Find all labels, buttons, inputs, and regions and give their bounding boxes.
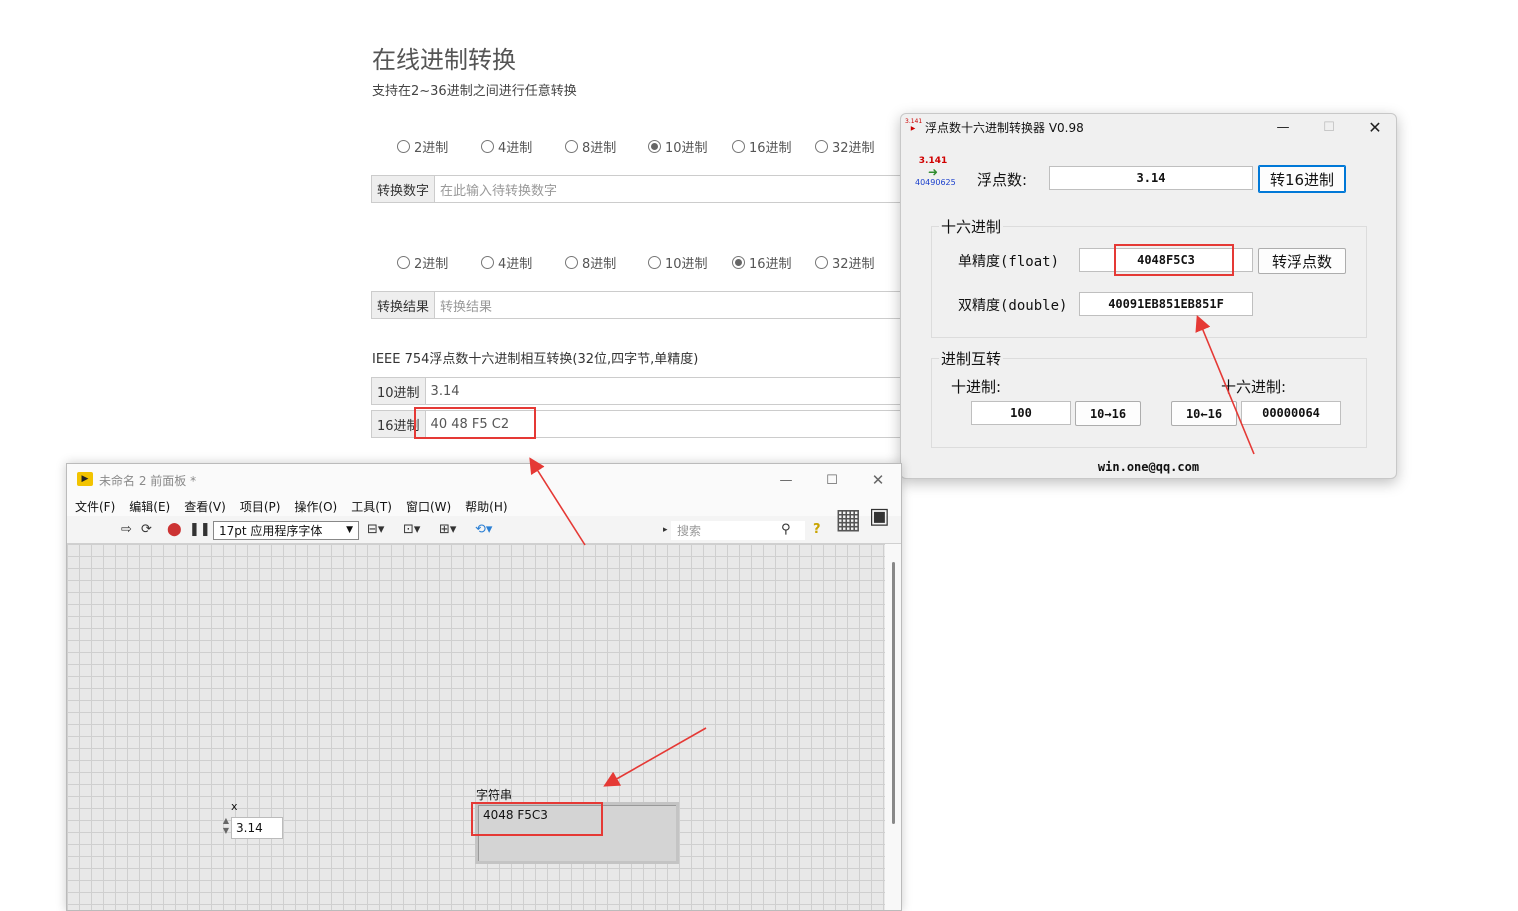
lv-maximize-icon[interactable]: ☐ [809, 467, 855, 493]
close-icon[interactable]: ✕ [1352, 114, 1396, 140]
from-radio-4[interactable]: 4进制 [481, 137, 532, 156]
highlight-box-labview-string [471, 802, 603, 836]
float-label: 浮点数: [977, 171, 1028, 189]
search-icon[interactable]: ⚲ [781, 522, 791, 537]
menu-help[interactable]: 帮助(H) [465, 498, 507, 515]
from-radio-32[interactable]: 32进制 [815, 137, 875, 156]
float-hex-converter-window: 3.141 ▶ 浮点数十六进制转换器 V0.98 — ☐ ✕ 3.141 ➜ 40… [900, 113, 1397, 479]
from-radio-10[interactable]: 10进制 [648, 137, 708, 156]
minimize-icon[interactable]: — [1260, 114, 1306, 140]
to-radio-2[interactable]: 2进制 [397, 253, 448, 272]
lv-window-title: 未命名 2 前面板 * [99, 474, 197, 488]
app-icon: 3.141 ▶ [905, 118, 923, 132]
align-objects-icon[interactable]: ⊟▾ [367, 522, 384, 537]
menu-view[interactable]: 查看(V) [184, 498, 226, 515]
from-radio-16[interactable]: 16进制 [732, 137, 792, 156]
page-subtitle: 支持在2~36进制之间进行任意转换 [372, 84, 577, 99]
distribute-objects-icon[interactable]: ⊡▾ [403, 522, 420, 537]
ieee-dec-group: 10进制 3.14 [371, 377, 911, 405]
single-precision-label: 单精度(float) [958, 254, 1060, 270]
app-title: 浮点数十六进制转换器 V0.98 [925, 121, 1084, 135]
hexadecimal-label: 十六进制: [1221, 378, 1287, 396]
labview-logo-icon: ▶ [77, 472, 93, 486]
numeric-label: x [231, 800, 238, 813]
to-radio-32[interactable]: 32进制 [815, 253, 875, 272]
maximize-icon[interactable]: ☐ [1306, 114, 1352, 140]
lv-close-icon[interactable]: ✕ [855, 467, 901, 493]
hex-groupbox [931, 226, 1367, 338]
convert-number-group: 转换数字 在此输入待转换数字 [371, 175, 911, 203]
abort-icon[interactable]: ⬤ [167, 522, 182, 537]
front-panel-canvas[interactable]: x ▲ ▼ 3.14 字符串 4048 F5C3 [67, 544, 885, 910]
to-radio-10[interactable]: 10进制 [648, 253, 708, 272]
font-select[interactable]: 17pt 应用程序字体 ▼ [213, 521, 359, 540]
numeric-increment-icon[interactable]: ▲ ▼ [221, 816, 231, 840]
help-icon[interactable]: ? [813, 522, 821, 537]
search-caret-icon: ▸ [663, 525, 668, 535]
from-radio-2[interactable]: 2进制 [397, 137, 448, 156]
lv-toolbar: ⇨ ⟳ ⬤ ❚❚ 17pt 应用程序字体 ▼ ⊟▾ ⊡▾ ⊞▾ ⟲▾ ▸ 搜索 … [67, 502, 901, 544]
string-label: 字符串 [476, 788, 513, 802]
conversion-group-title: 进制互转 [939, 348, 1004, 369]
vertical-scrollbar[interactable] [885, 544, 901, 910]
to-radio-4[interactable]: 4进制 [481, 253, 532, 272]
highlight-box-app-single [1114, 244, 1234, 276]
menu-project[interactable]: 项目(P) [240, 498, 281, 515]
to-radio-16[interactable]: 16进制 [732, 253, 792, 272]
arrow-icon: ➜ [927, 165, 939, 179]
connector-pane-icon[interactable]: ▦ [835, 502, 861, 535]
ieee-dec-label: 10进制 [371, 377, 426, 405]
numeric-control[interactable]: 3.14 [231, 817, 283, 839]
chevron-down-icon: ▼ [346, 525, 353, 535]
scrollbar-thumb[interactable] [892, 562, 895, 824]
ieee-section-title: IEEE 754浮点数十六进制相互转换(32位,四字节,单精度) [372, 352, 699, 367]
app-logo: 3.141 ➜ 40490625 [915, 156, 956, 187]
reorder-icon[interactable]: ⟲▾ [475, 522, 492, 537]
app-footer-email: win.one@qq.com [1097, 460, 1200, 474]
menu-operate[interactable]: 操作(O) [294, 498, 337, 515]
to-float-button[interactable]: 转浮点数 [1258, 248, 1346, 274]
menu-edit[interactable]: 编辑(E) [129, 498, 170, 515]
hex-to-dec-button[interactable]: 10←16 [1171, 401, 1237, 426]
hex-group-title: 十六进制 [939, 216, 1004, 237]
float-input[interactable]: 3.14 [1049, 166, 1253, 190]
menu-tools[interactable]: 工具(T) [351, 498, 392, 515]
run-continuously-icon[interactable]: ⟳ [141, 522, 152, 537]
decimal-label: 十进制: [951, 378, 1002, 396]
dec-to-hex-button[interactable]: 10→16 [1075, 401, 1141, 426]
vi-icon[interactable]: ▣ [869, 504, 890, 529]
lv-menubar: 文件(F) 编辑(E) 查看(V) 项目(P) 操作(O) 工具(T) 窗口(W… [67, 496, 901, 516]
lv-titlebar: ▶ 未命名 2 前面板 * — ☐ ✕ [67, 464, 901, 496]
resize-objects-icon[interactable]: ⊞▾ [439, 522, 456, 537]
menu-file[interactable]: 文件(F) [75, 498, 115, 515]
convert-result-label: 转换结果 [371, 291, 436, 319]
convert-result-output[interactable]: 转换结果 [435, 291, 911, 319]
decimal-input[interactable]: 100 [971, 401, 1071, 425]
pause-icon[interactable]: ❚❚ [189, 522, 211, 537]
convert-number-label: 转换数字 [371, 175, 436, 203]
double-precision-input[interactable]: 40091EB851EB851F [1079, 292, 1253, 316]
convert-number-input[interactable]: 在此输入待转换数字 [435, 175, 911, 203]
double-precision-label: 双精度(double) [958, 298, 1068, 314]
to-radio-8[interactable]: 8进制 [565, 253, 616, 272]
run-arrow-icon[interactable]: ⇨ [121, 522, 132, 537]
from-radio-8[interactable]: 8进制 [565, 137, 616, 156]
lv-minimize-icon[interactable]: — [763, 467, 809, 493]
page-title: 在线进制转换 [372, 46, 516, 74]
ieee-dec-input[interactable]: 3.14 [425, 377, 911, 405]
hexadecimal-input[interactable]: 00000064 [1241, 401, 1341, 425]
highlight-box-web-hex [414, 407, 536, 439]
convert-result-group: 转换结果 转换结果 [371, 291, 911, 319]
to-hex-button[interactable]: 转16进制 [1258, 165, 1346, 193]
labview-front-panel-window: ▶ 未命名 2 前面板 * — ☐ ✕ 文件(F) 编辑(E) 查看(V) 项目… [66, 463, 902, 911]
menu-window[interactable]: 窗口(W) [406, 498, 451, 515]
app-titlebar: 3.141 ▶ 浮点数十六进制转换器 V0.98 — ☐ ✕ [901, 114, 1396, 140]
